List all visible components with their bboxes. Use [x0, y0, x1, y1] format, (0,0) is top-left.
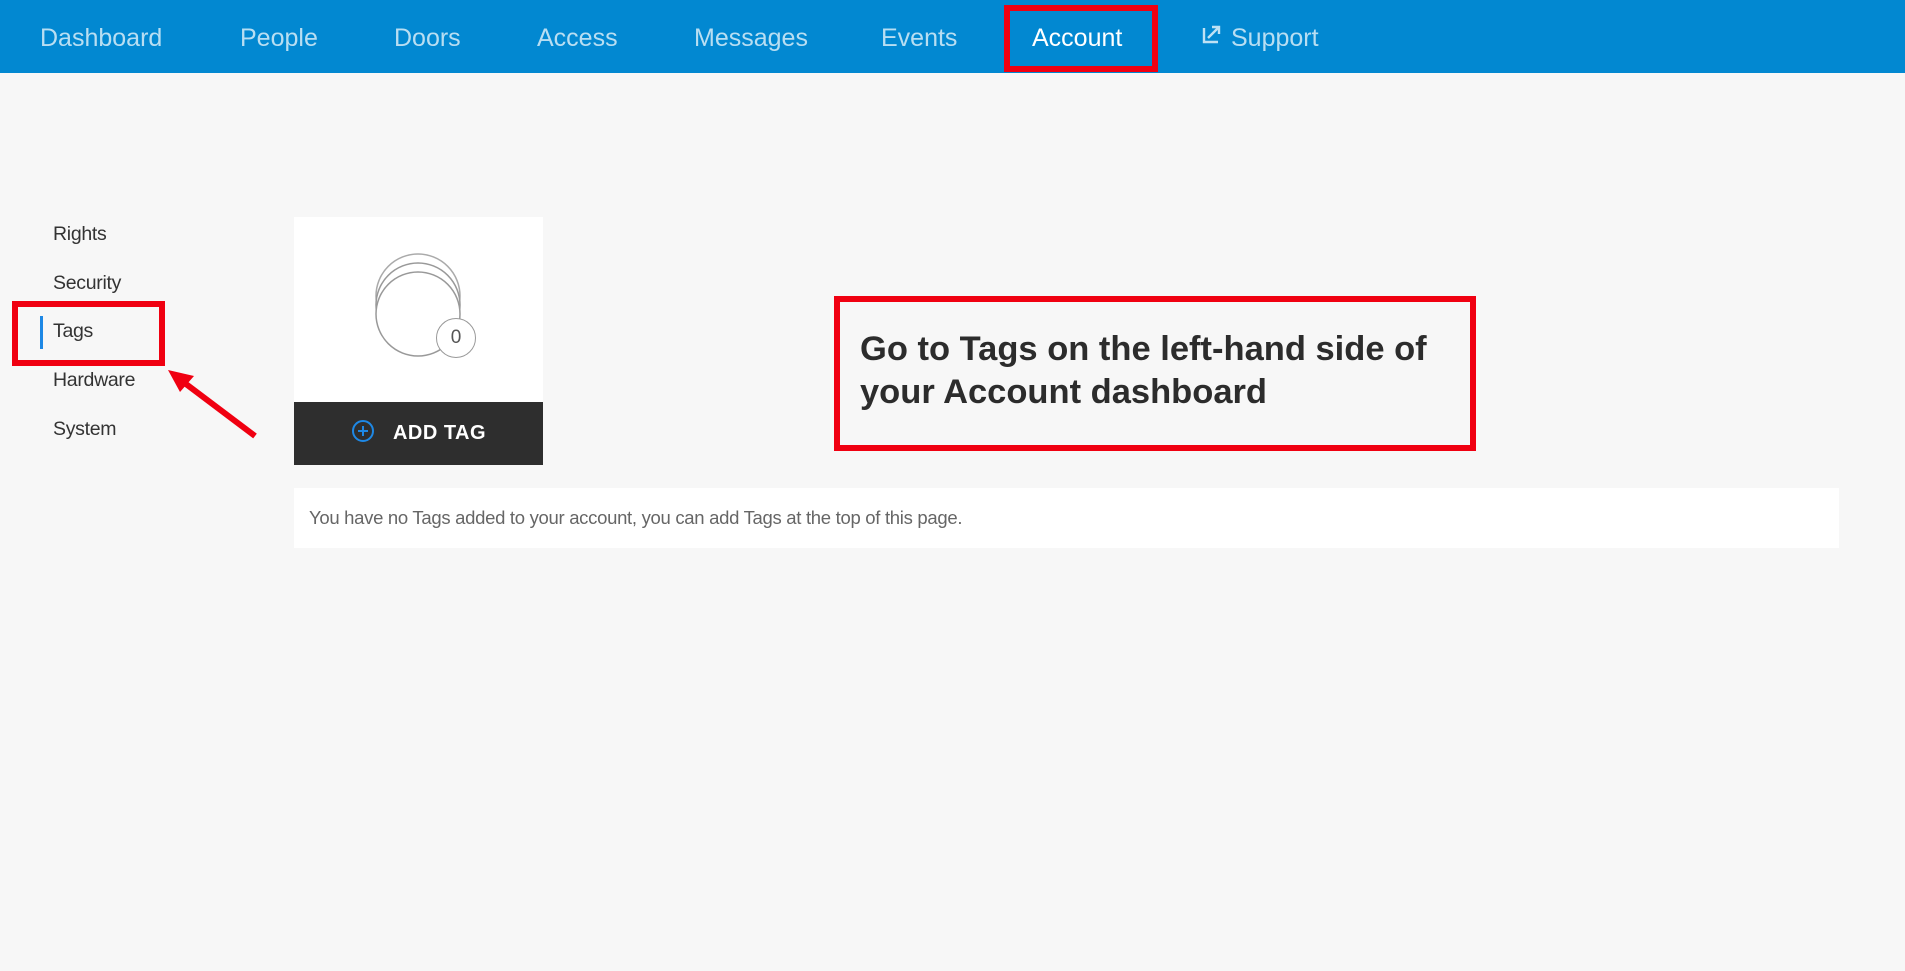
plus-circle-icon	[351, 419, 375, 449]
account-highlight-box	[1004, 5, 1158, 72]
nav-item-dashboard[interactable]: Dashboard	[40, 0, 162, 73]
annotation-text: Go to Tags on the left-hand side of your…	[860, 330, 1427, 411]
nav-item-people[interactable]: People	[240, 0, 318, 73]
empty-tags-message: You have no Tags added to your account, …	[294, 488, 1839, 548]
key-tag-icon	[375, 253, 461, 357]
nav-item-access[interactable]: Access	[537, 0, 618, 73]
tag-graphic: 0	[294, 217, 543, 402]
add-tag-button[interactable]: ADD TAG	[294, 402, 543, 465]
tag-card: 0 ADD TAG	[294, 217, 543, 465]
nav-item-support[interactable]: Support	[1202, 0, 1319, 73]
annotation-callout: Go to Tags on the left-hand side of your…	[834, 296, 1476, 451]
external-link-icon	[1202, 0, 1222, 75]
sidebar-item-rights[interactable]: Rights	[53, 223, 107, 246]
nav-item-doors[interactable]: Doors	[394, 0, 461, 73]
pointer-arrow	[168, 370, 257, 439]
add-tag-label: ADD TAG	[392, 422, 487, 444]
sidebar-item-security[interactable]: Security	[53, 272, 121, 295]
tags-highlight-box	[12, 301, 165, 366]
nav-item-messages[interactable]: Messages	[694, 0, 808, 73]
tag-count-badge: 0	[436, 318, 476, 358]
nav-item-support-label: Support	[1231, 24, 1319, 52]
nav-item-events[interactable]: Events	[881, 0, 957, 73]
sidebar-item-hardware[interactable]: Hardware	[53, 369, 135, 392]
sidebar-item-system[interactable]: System	[53, 418, 117, 441]
top-nav-bar: Dashboard People Doors Access Messages E…	[0, 0, 1905, 73]
